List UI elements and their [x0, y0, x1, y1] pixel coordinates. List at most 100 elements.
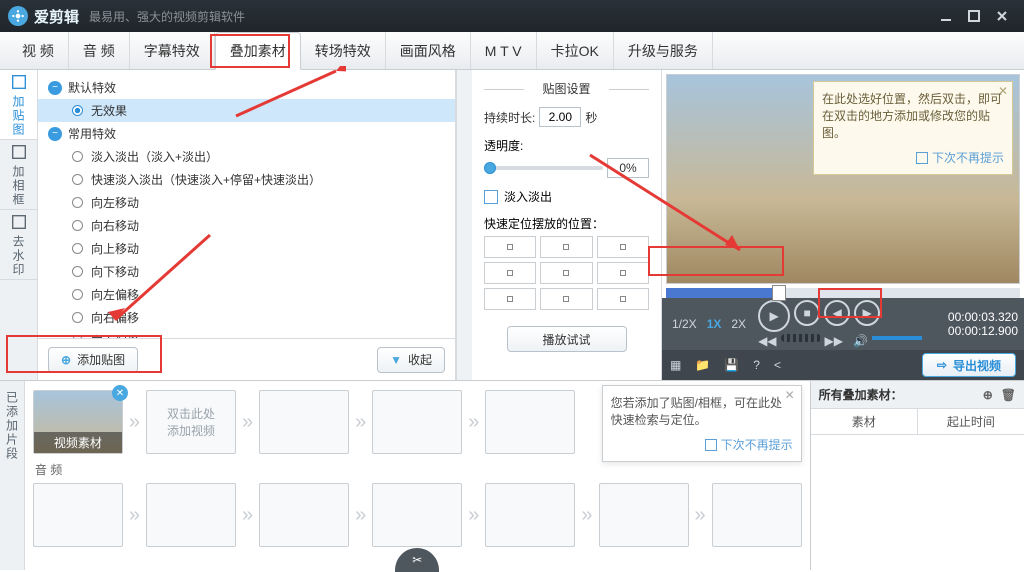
pos-br[interactable]: [597, 288, 649, 310]
overlay-sidebar: 加贴图加相框去水印: [0, 70, 38, 380]
next-frame-button[interactable]: ▶: [854, 300, 880, 326]
minimize-button[interactable]: [932, 2, 960, 30]
app-slogan: 最易用、强大的视频剪辑软件: [89, 8, 245, 25]
prev-frame-button[interactable]: ◀: [824, 300, 850, 326]
preview-video[interactable]: ✕ 在此处选好位置，然后双击，即可在双击的地方添加或修改您的贴图。 下次不再提示: [666, 74, 1020, 284]
help-icon[interactable]: ?: [753, 358, 760, 372]
open-icon[interactable]: 📁: [695, 358, 710, 372]
progress-handle[interactable]: [772, 285, 786, 301]
empty-slot[interactable]: [485, 390, 575, 454]
app-name: 爱剪辑: [34, 6, 79, 27]
rewind-button[interactable]: ◀◀: [758, 334, 776, 348]
tab-3[interactable]: 叠加素材: [215, 32, 301, 70]
arrow-icon: »: [695, 504, 706, 527]
radio-icon: [72, 105, 83, 116]
pos-tr[interactable]: [597, 236, 649, 258]
tip-close-icon[interactable]: ✕: [998, 84, 1008, 98]
empty-slot[interactable]: [259, 390, 349, 454]
share-icon[interactable]: <: [774, 358, 781, 372]
timeline-progress[interactable]: [666, 288, 1020, 298]
pos-bl[interactable]: [484, 288, 536, 310]
audio-slot[interactable]: [259, 483, 349, 547]
radio-icon: [72, 289, 83, 300]
watermark-icon: [10, 213, 28, 231]
jog-wheel[interactable]: [781, 334, 821, 342]
pos-mc[interactable]: [540, 262, 592, 284]
play-button[interactable]: ▶: [758, 300, 790, 332]
pos-tl[interactable]: [484, 236, 536, 258]
video-clip[interactable]: ✕ 视频素材: [33, 390, 123, 454]
collapse-button[interactable]: ▼ 收起: [377, 347, 445, 373]
pos-tc[interactable]: [540, 236, 592, 258]
scissor-button[interactable]: ✂: [395, 548, 439, 572]
effect-item[interactable]: 淡入淡出（淡入+淡出）: [38, 145, 455, 168]
sidebar-frame[interactable]: 加相框: [0, 140, 37, 210]
tab-4[interactable]: 转场特效: [301, 32, 386, 69]
radio-icon: [72, 151, 83, 162]
tip-dont-show-checkbox[interactable]: 下次不再提示: [822, 149, 1004, 166]
audio-slot[interactable]: [33, 483, 123, 547]
effect-item[interactable]: 快速淡入淡出（快速淡入+停留+快速淡出）: [38, 168, 455, 191]
frame-icon: [10, 143, 28, 161]
duration-input[interactable]: [539, 107, 581, 127]
effects-scrollbar[interactable]: [456, 70, 472, 380]
fade-checkbox[interactable]: 淡入淡出: [484, 188, 649, 205]
new-icon[interactable]: ▦: [670, 358, 681, 372]
volume-icon[interactable]: 🔊: [853, 334, 868, 348]
volume-slider[interactable]: [872, 336, 922, 340]
add-video-slot[interactable]: 双击此处 添加视频: [146, 390, 236, 454]
duration-unit: 秒: [585, 109, 597, 126]
tab-8[interactable]: 升级与服务: [614, 32, 713, 69]
effect-item[interactable]: 向上移动: [38, 237, 455, 260]
tab-1[interactable]: 音 频: [69, 32, 130, 69]
play-test-button[interactable]: 播放试试: [507, 326, 627, 352]
locate-icon[interactable]: ⊕: [983, 388, 993, 402]
effect-item[interactable]: 向左偏移: [38, 283, 455, 306]
pos-bc[interactable]: [540, 288, 592, 310]
tab-0[interactable]: 视 频: [8, 32, 69, 69]
maximize-button[interactable]: [960, 2, 988, 30]
arrow-icon: »: [242, 411, 253, 434]
tip-close-icon[interactable]: ✕: [785, 388, 795, 402]
delete-icon[interactable]: 🗑: [1001, 388, 1016, 402]
empty-slot[interactable]: [372, 390, 462, 454]
close-button[interactable]: [988, 2, 1016, 30]
stop-button[interactable]: ■: [794, 300, 820, 326]
radio-icon: [72, 220, 83, 231]
sidebar-watermark[interactable]: 去水印: [0, 210, 37, 280]
pos-mr[interactable]: [597, 262, 649, 284]
opacity-slider[interactable]: [484, 166, 603, 170]
tab-7[interactable]: 卡拉OK: [537, 32, 614, 69]
speed-1/2X[interactable]: 1/2X: [668, 315, 701, 333]
speed-selector: 1/2X1X2X: [668, 315, 750, 333]
pos-ml[interactable]: [484, 262, 536, 284]
forward-button[interactable]: ▶▶: [825, 334, 843, 348]
tab-2[interactable]: 字幕特效: [130, 32, 215, 69]
effect-item[interactable]: 向下移动: [38, 260, 455, 283]
audio-slot[interactable]: [485, 483, 575, 547]
effect-item[interactable]: 向右偏移: [38, 306, 455, 329]
audio-slot[interactable]: [372, 483, 462, 547]
effect-item[interactable]: 无效果: [38, 99, 455, 122]
add-sticker-button[interactable]: ⊕ 添加贴图: [48, 347, 138, 373]
speed-2X[interactable]: 2X: [727, 315, 750, 333]
export-video-button[interactable]: ⇨ 导出视频: [922, 353, 1016, 377]
audio-slot[interactable]: [712, 483, 802, 547]
effects-list[interactable]: −默认特效无效果−常用特效淡入淡出（淡入+淡出）快速淡入淡出（快速淡入+停留+快…: [38, 70, 455, 338]
col-timerange: 起止时间: [918, 409, 1024, 434]
clip-delete-icon[interactable]: ✕: [112, 385, 128, 401]
save-icon[interactable]: 💾: [724, 358, 739, 372]
audio-slot[interactable]: [146, 483, 236, 547]
effect-group[interactable]: −常用特效: [38, 122, 455, 145]
tip-dont-show-checkbox[interactable]: 下次不再提示: [611, 436, 793, 453]
effect-item[interactable]: 向上偏移: [38, 329, 455, 338]
audio-slot[interactable]: [599, 483, 689, 547]
effect-item[interactable]: 向左移动: [38, 191, 455, 214]
sidebar-sticker[interactable]: 加贴图: [0, 70, 37, 140]
effect-group[interactable]: −默认特效: [38, 76, 455, 99]
tab-6[interactable]: M T V: [471, 32, 537, 69]
overlay-panel-title: 所有叠加素材：: [819, 386, 903, 403]
tab-5[interactable]: 画面风格: [386, 32, 471, 69]
speed-1X[interactable]: 1X: [703, 315, 726, 333]
effect-item[interactable]: 向右移动: [38, 214, 455, 237]
